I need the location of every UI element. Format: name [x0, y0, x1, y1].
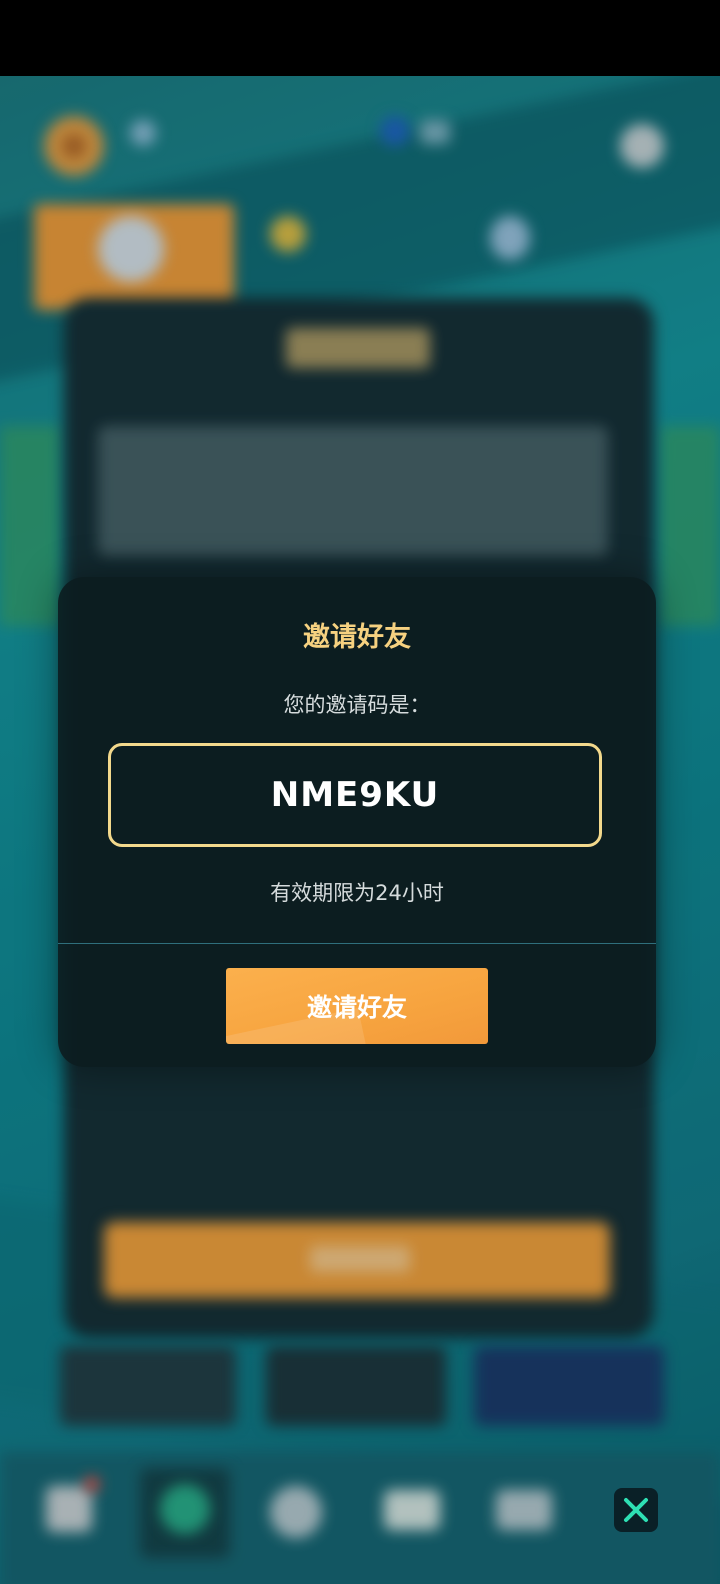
invite-code: NME9KU: [270, 775, 440, 815]
invite-friend-button-label: 邀请好友: [306, 993, 407, 1022]
validity-text: 有效期限为24小时: [270, 881, 444, 905]
invite-code-label: 您的邀请码是：: [283, 693, 431, 717]
invite-friend-button[interactable]: 邀请好友: [226, 968, 488, 1044]
divider: [58, 943, 656, 944]
invite-friend-dialog: 邀请好友 您的邀请码是： NME9KU 有效期限为24小时 邀请好友: [58, 577, 656, 1067]
status-bar: [0, 0, 720, 76]
close-icon: [624, 1498, 648, 1522]
invite-code-box[interactable]: NME9KU: [108, 743, 602, 847]
close-button[interactable]: [614, 1488, 658, 1532]
dialog-title: 邀请好友: [303, 622, 411, 653]
